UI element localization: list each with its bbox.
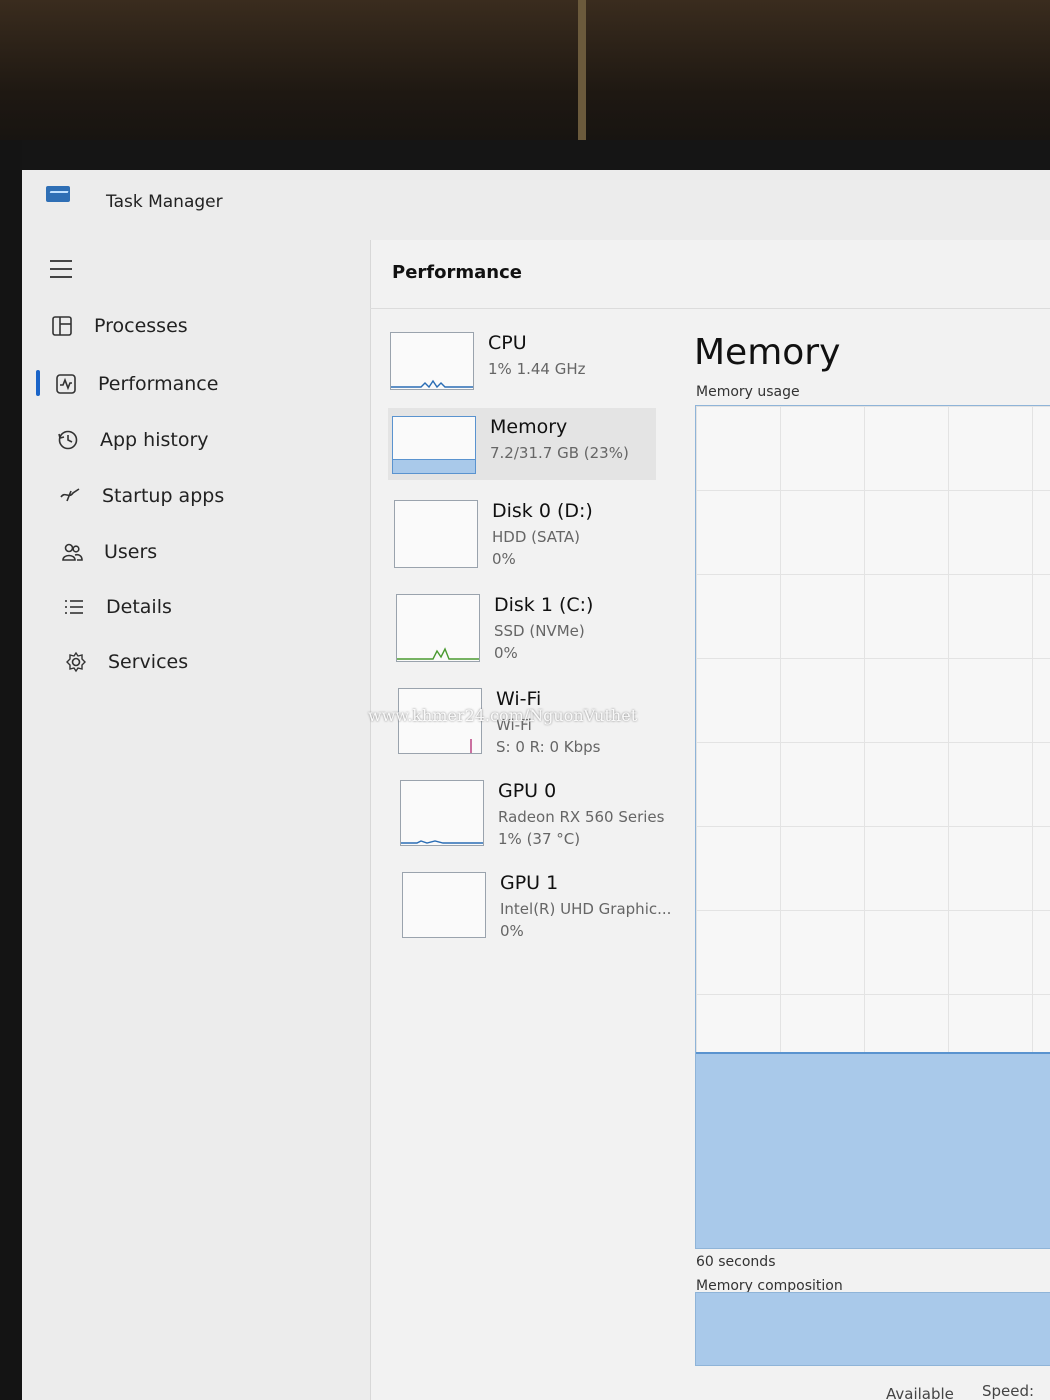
startup-apps-icon: [58, 484, 82, 508]
page-title: Performance: [392, 262, 522, 283]
nav-item-label: Services: [108, 651, 189, 673]
disk-1-thumbnail-graph: [396, 594, 480, 662]
memory-usage-graph: [695, 405, 1050, 1249]
detail-title: Memory: [694, 332, 841, 373]
monitor-bezel-top: [0, 140, 1050, 170]
resource-usage: 0%: [492, 550, 516, 568]
gpu-0-thumbnail-graph: [400, 780, 484, 846]
nav-item-label: Startup apps: [102, 485, 225, 507]
nav-item-performance[interactable]: Performance: [54, 364, 218, 404]
memory-usage-fill: [696, 1052, 1050, 1248]
speed-label: Speed:: [982, 1382, 1035, 1400]
resource-usage: 1% (37 °C): [498, 830, 581, 848]
resource-name: Disk 1 (C:): [494, 594, 594, 616]
nav-selection-indicator: [36, 370, 40, 396]
memory-usage-label: Memory usage: [696, 384, 800, 400]
resource-detail: Radeon RX 560 Series: [498, 808, 665, 826]
resource-detail: Intel(R) UHD Graphic...: [500, 900, 672, 918]
nav-item-label: Users: [104, 541, 158, 563]
memory-thumbnail-fill: [393, 459, 475, 473]
task-manager-app-icon: [46, 186, 70, 202]
task-manager-window: Task Manager Processes Performance App h…: [22, 170, 1050, 1400]
available-label: Available: [886, 1385, 954, 1400]
resource-name: CPU: [488, 332, 527, 354]
wall-crack: [578, 0, 586, 140]
resource-detail: 7.2/31.7 GB (23%): [490, 444, 629, 462]
nav-item-details[interactable]: Details: [62, 587, 172, 627]
processes-icon: [50, 314, 74, 338]
services-icon: [64, 650, 88, 674]
performance-icon: [54, 372, 78, 396]
title-bar: Task Manager: [22, 170, 1050, 232]
hamburger-menu-icon[interactable]: [50, 260, 72, 278]
resource-usage: 0%: [494, 644, 518, 662]
memory-thumbnail-graph: [392, 416, 476, 474]
details-icon: [62, 595, 86, 619]
nav-item-processes[interactable]: Processes: [50, 306, 188, 346]
resource-usage: 0%: [500, 922, 524, 940]
title-divider: [370, 308, 1050, 309]
nav-item-label: Processes: [94, 315, 188, 337]
gpu-1-thumbnail-graph: [402, 872, 486, 938]
disk-0-thumbnail-graph: [394, 500, 478, 568]
monitor-bezel-left: [0, 140, 22, 1400]
nav-item-users[interactable]: Users: [60, 532, 157, 572]
resource-usage: S: 0 R: 0 Kbps: [496, 738, 601, 756]
nav-item-services[interactable]: Services: [64, 642, 188, 682]
nav-item-label: App history: [100, 429, 209, 451]
resource-name: GPU 1: [500, 872, 559, 894]
resource-detail: HDD (SATA): [492, 528, 581, 546]
nav-item-label: Performance: [98, 373, 219, 395]
time-range-label: 60 seconds: [696, 1254, 776, 1270]
nav-item-label: Details: [106, 596, 172, 618]
nav-item-app-history[interactable]: App history: [56, 420, 209, 460]
resource-detail: 1% 1.44 GHz: [488, 360, 586, 378]
cpu-thumbnail-graph: [390, 332, 474, 390]
resource-name: GPU 0: [498, 780, 557, 802]
users-icon: [60, 540, 84, 564]
memory-composition-bar: [695, 1292, 1050, 1366]
window-title: Task Manager: [106, 192, 223, 212]
app-history-icon: [56, 428, 80, 452]
resource-detail: SSD (NVMe): [494, 622, 585, 640]
resource-name: Memory: [490, 416, 568, 438]
watermark-text: www.khmer24.com/NguonVuthet: [368, 706, 638, 725]
nav-item-startup-apps[interactable]: Startup apps: [58, 476, 224, 516]
resource-name: Disk 0 (D:): [492, 500, 593, 522]
